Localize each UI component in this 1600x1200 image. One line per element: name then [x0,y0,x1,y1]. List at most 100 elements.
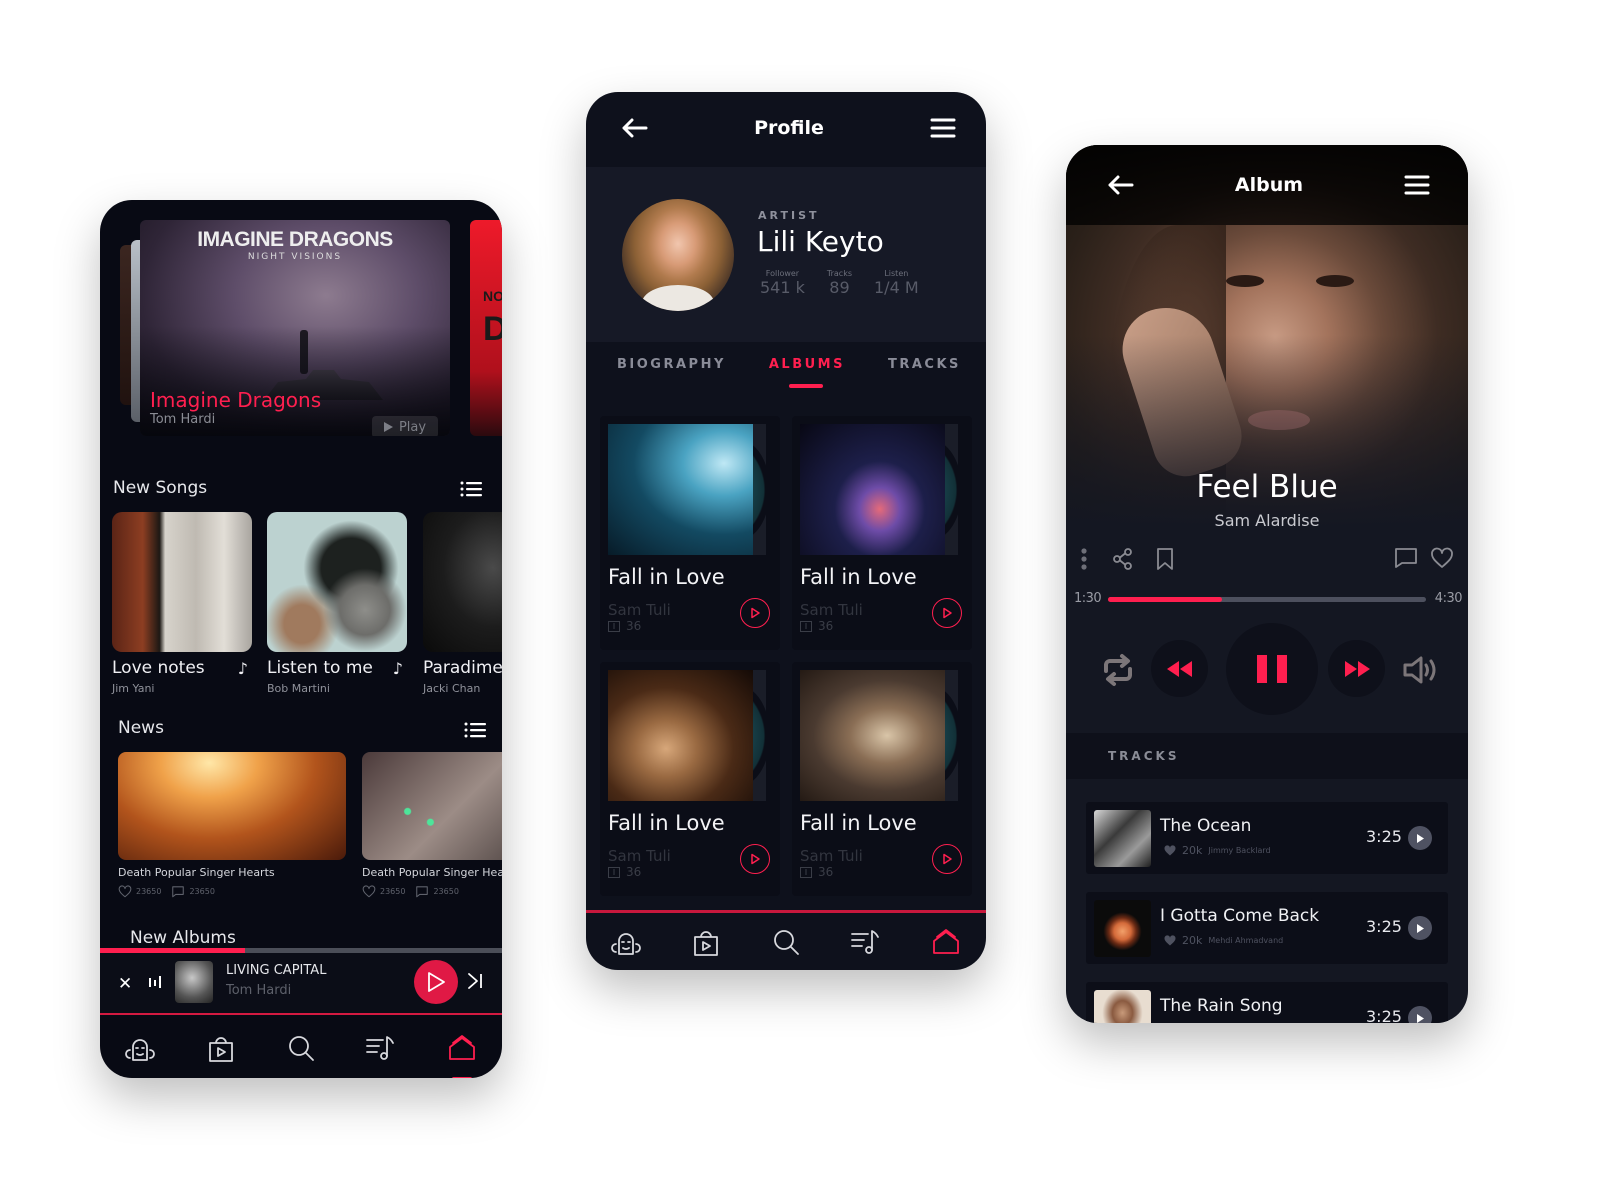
album-play-button[interactable] [740,844,770,874]
track-play-button[interactable] [1408,916,1432,940]
track-row[interactable]: The Rain Song 3:25 [1086,982,1448,1023]
skip-next-icon[interactable] [466,971,484,991]
likes-count: 23650 [380,887,406,896]
track-name: The Rain Song [1160,996,1283,1016]
album-screen: Album Feel Blue Sam Alardise 1:30 4:30 T… [1066,145,1468,1023]
bookmark-icon[interactable] [1156,547,1174,571]
song-card[interactable]: Listen to me ♪ Bob Martini [267,512,407,695]
album-track-count: 36 [818,865,834,879]
track-duration: 3:25 [1366,1007,1402,1023]
song-card[interactable]: Paradime Jacki Chan [423,512,502,695]
tab-biography[interactable]: BIOGRAPHY [617,357,726,372]
hamburger-menu-icon[interactable] [1404,175,1430,195]
headphones-face-icon [608,927,644,957]
play-icon [1416,1013,1424,1023]
play-icon [383,422,393,432]
tab-albums[interactable]: ALBUMS [769,357,845,388]
cover-art-figure [300,330,308,374]
tab-search[interactable] [766,922,806,962]
track-name: The Ocean [1160,816,1252,836]
artist-role: ARTIST [758,209,820,222]
tab-videos[interactable] [201,1028,241,1068]
seek-bar[interactable] [1108,597,1426,602]
song-card[interactable]: Love notes ♪ Jim Yani [112,512,252,695]
track-play-button[interactable] [1408,1006,1432,1023]
volume-icon[interactable] [1402,655,1438,685]
comment-icon[interactable] [415,885,429,898]
repeat-icon[interactable] [1100,653,1136,687]
track-name: I Gotta Come Back [1160,906,1320,926]
tab-artists[interactable] [120,1028,160,1068]
fast-forward-button[interactable] [1328,640,1385,697]
tab-playlist[interactable] [846,922,886,962]
track-likes: 20k [1182,934,1203,947]
tab-videos[interactable] [686,922,726,962]
featured-title: Imagine Dragons [150,388,322,412]
news-title: Death Popular Singer Hearts [362,866,502,879]
track-thumbnail [1094,810,1151,867]
album-cover-image [800,424,945,555]
tracks-header: TRACKS [1066,733,1468,779]
play-icon [1416,923,1424,933]
news-card[interactable]: Death Popular Singer Hearts 23650 23650 [118,752,346,898]
track-row[interactable]: I Gotta Come Back 20k Mehdi Ahmadvand 3:2… [1086,892,1448,964]
comment-icon[interactable] [171,885,185,898]
back-arrow-icon[interactable] [620,117,648,139]
comment-icon[interactable] [1394,547,1418,569]
featured-album-card[interactable]: IMAGINE DRAGONS NIGHT VISIONS Imagine Dr… [140,220,450,436]
hamburger-menu-icon[interactable] [930,118,956,138]
heart-filled-icon [1164,935,1176,946]
fast-forward-icon [1344,660,1370,677]
album-play-button[interactable] [932,844,962,874]
song-artist: Jacki Chan [423,682,481,695]
page-title: Album [1234,174,1304,196]
featured-play-button[interactable]: Play [372,416,438,436]
stat-followers: Follower 541 k [760,269,805,297]
home-icon [447,1035,477,1061]
mini-player-artist: Tom Hardi [226,983,292,998]
artist-name: Lili Keyto [757,225,884,258]
heart-icon[interactable] [118,885,132,898]
mini-player-play-button[interactable] [414,960,458,1004]
album-play-button[interactable] [740,598,770,628]
play-icon [749,853,761,865]
album-card[interactable]: Fall in Love Sam Tuli 36 [600,662,780,896]
track-play-button[interactable] [1408,826,1432,850]
stat-value: 89 [829,278,850,297]
back-arrow-icon[interactable] [1106,174,1134,196]
list-icon[interactable] [460,481,482,497]
rewind-button[interactable] [1151,640,1208,697]
tab-artists[interactable] [606,922,646,962]
pause-button[interactable] [1226,623,1318,715]
heart-icon[interactable] [1430,547,1454,569]
track-row[interactable]: The Ocean 20k Jimmy Backlard 3:25 [1086,802,1448,874]
tab-home[interactable] [926,922,966,962]
play-icon [941,607,953,619]
equalizer-icon[interactable] [148,975,162,989]
playlist-icon [850,928,882,956]
tab-home[interactable] [442,1028,482,1078]
next-cover-text: NO [483,288,502,304]
news-image-sunset [118,752,346,860]
more-vertical-icon[interactable] [1080,547,1088,571]
album-card[interactable]: Fall in Love Sam Tuli 36 [792,416,972,650]
tab-search[interactable] [281,1028,321,1068]
album-cover-image [608,424,753,555]
list-icon[interactable] [464,722,486,738]
profile-header: Profile [586,92,986,164]
close-icon[interactable]: ✕ [118,974,132,994]
share-icon[interactable] [1112,547,1134,571]
album-card[interactable]: Fall in Love Sam Tuli 36 [792,662,972,896]
now-playing-artist: Sam Alardise [1214,511,1320,530]
news-card[interactable]: Death Popular Singer Hearts 23650 23650 [362,752,502,898]
stat-listens: Listen 1/4 M [874,269,919,297]
bottom-tab-bar [586,922,986,962]
tab-playlist[interactable] [361,1028,401,1068]
artist-avatar[interactable] [622,199,734,311]
heart-icon[interactable] [362,885,376,898]
carousel-next-card[interactable]: NO D [470,220,502,436]
comments-count: 23650 [433,887,459,896]
album-play-button[interactable] [932,598,962,628]
album-card[interactable]: Fall in Love Sam Tuli 36 [600,416,780,650]
tab-tracks[interactable]: TRACKS [888,357,961,372]
